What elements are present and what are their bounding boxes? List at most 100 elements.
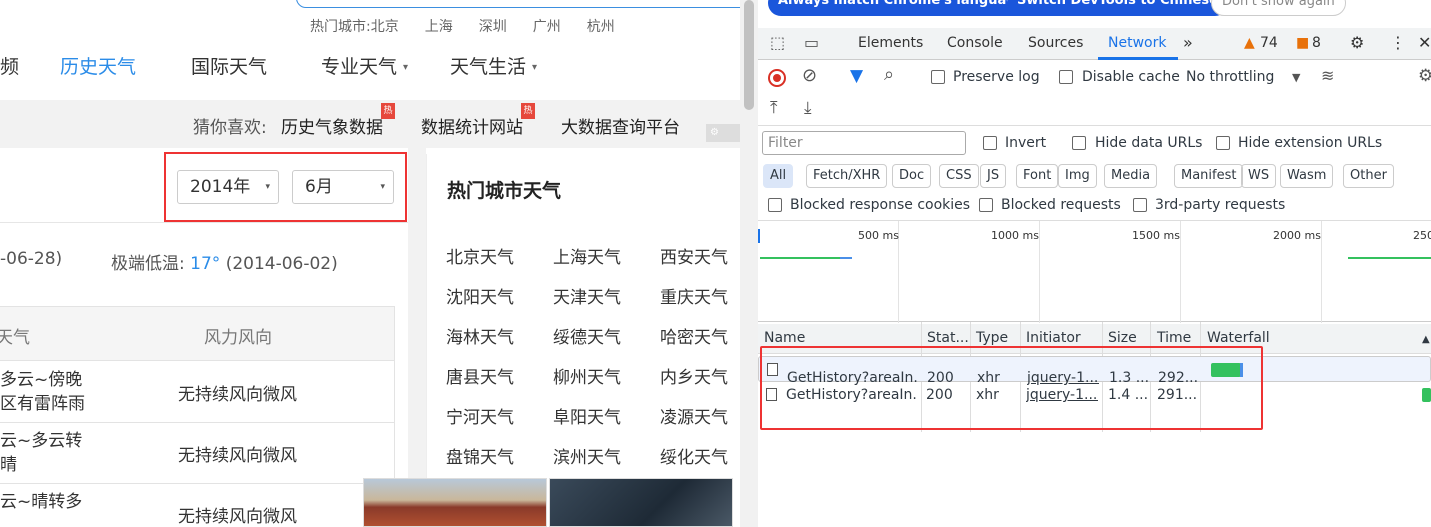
filter-chip-fetch-xhr[interactable]: Fetch/XHR	[806, 164, 888, 188]
download-icon[interactable]: ⤓	[804, 100, 812, 117]
recommend-bar: 猜你喜欢: 历史气象数据热 数据统计网站热 大数据查询平台	[0, 100, 740, 148]
filter-chip-all[interactable]: All	[763, 164, 794, 188]
column-header-status[interactable]: Stat...	[927, 330, 969, 346]
more-tabs-icon[interactable]: »	[1183, 33, 1193, 52]
dont-show-button[interactable]: Don't show again	[1211, 0, 1346, 16]
recommend-link[interactable]: 大数据查询平台	[561, 113, 680, 138]
record-icon[interactable]	[768, 69, 786, 87]
hot-city-link[interactable]: 上海	[425, 16, 453, 36]
filter-input[interactable]: Filter	[762, 131, 966, 155]
filter-chip-js[interactable]: JS	[980, 164, 1007, 188]
scrollbar-thumb[interactable]	[744, 0, 754, 110]
page-scrollbar[interactable]	[740, 0, 758, 527]
column-header-name[interactable]: Name	[764, 330, 805, 346]
third-party-label: 3rd-party requests	[1155, 197, 1286, 213]
network-conditions-icon[interactable]: ≋	[1321, 68, 1334, 84]
city-weather-link[interactable]: 阜阳天气	[553, 403, 621, 428]
city-weather-link[interactable]: 宁河天气	[446, 403, 514, 428]
network-settings-icon[interactable]: ⚙	[1418, 68, 1431, 85]
timeline-cursor	[758, 229, 760, 243]
hot-city-link[interactable]: 广州	[533, 16, 561, 36]
disable-cache-checkbox[interactable]	[1059, 70, 1073, 84]
city-weather-link[interactable]: 重庆天气	[660, 283, 728, 308]
city-weather-link[interactable]: 内乡天气	[660, 363, 728, 388]
weather-line: 云~晴转多	[0, 492, 83, 512]
nav-item-history[interactable]: 历史天气	[60, 52, 136, 79]
city-weather-link[interactable]: 哈密天气	[660, 323, 728, 348]
column-header-type[interactable]: Type	[976, 330, 1008, 346]
city-weather-link[interactable]: 盘锦天气	[446, 443, 514, 468]
city-weather-link[interactable]: 滨州天气	[553, 443, 621, 468]
city-weather-link[interactable]: 沈阳天气	[446, 283, 514, 308]
nav-item-partial[interactable]: 频	[0, 52, 19, 79]
filter-chip-font[interactable]: Font	[1016, 164, 1059, 188]
city-weather-link[interactable]: 天津天气	[553, 283, 621, 308]
blocked-requests-checkbox[interactable]	[979, 198, 993, 212]
warnings-count[interactable]: 74	[1260, 35, 1278, 51]
recommend-link[interactable]: 数据统计网站热	[421, 103, 535, 138]
thumbnail-image[interactable]	[363, 478, 547, 527]
more-options-icon[interactable]: ⋮	[1390, 33, 1406, 52]
column-header-time[interactable]: Time	[1157, 330, 1191, 346]
issues-icon[interactable]: ■	[1296, 35, 1309, 51]
device-toolbar-icon[interactable]: ▭	[804, 35, 819, 51]
city-weather-link[interactable]: 柳州天气	[553, 363, 621, 388]
settings-icon[interactable]: ⚙	[1350, 33, 1364, 52]
nav-item-professional[interactable]: 专业天气 ▾	[321, 52, 408, 79]
column-header-size[interactable]: Size	[1108, 330, 1137, 346]
city-weather-link[interactable]: 北京天气	[446, 243, 514, 268]
hot-city-link[interactable]: 杭州	[587, 16, 615, 36]
clear-icon[interactable]: ⊘	[802, 67, 817, 85]
timeline-overview[interactable]: 500 ms 1000 ms 1500 ms 2000 ms 250	[758, 220, 1431, 323]
warning-icon[interactable]: ▲	[1244, 35, 1255, 51]
recommend-link[interactable]: 历史气象数据热	[281, 103, 395, 138]
hot-city-link[interactable]: 深圳	[479, 16, 507, 36]
filter-chip-other[interactable]: Other	[1343, 164, 1394, 188]
city-weather-link[interactable]: 海林天气	[446, 323, 514, 348]
city-weather-link[interactable]: 绥德天气	[553, 323, 621, 348]
filter-chip-doc[interactable]: Doc	[892, 164, 932, 188]
gear-icon[interactable]: ⚙	[706, 124, 740, 142]
sort-up-icon[interactable]: ▲	[1422, 334, 1430, 345]
filter-chip-manifest[interactable]: Manifest	[1174, 164, 1244, 188]
column-header-initiator[interactable]: Initiator	[1026, 330, 1081, 346]
search-icon[interactable]: ⌕	[884, 66, 894, 84]
hide-data-urls-checkbox[interactable]	[1072, 136, 1086, 150]
tab-console[interactable]: Console	[947, 35, 1003, 51]
filter-chip-css[interactable]: CSS	[939, 164, 979, 188]
filter-chip-ws[interactable]: WS	[1241, 164, 1277, 188]
preserve-log-checkbox[interactable]	[931, 70, 945, 84]
city-weather-link[interactable]: 绥化天气	[660, 443, 728, 468]
tab-elements[interactable]: Elements	[858, 35, 923, 51]
filter-chip-media[interactable]: Media	[1104, 164, 1158, 188]
city-weather-link[interactable]: 上海天气	[553, 243, 621, 268]
upload-icon[interactable]: ⤒	[770, 100, 778, 117]
third-party-checkbox[interactable]	[1133, 198, 1147, 212]
thumbnail-image[interactable]	[549, 478, 733, 527]
throttling-select[interactable]: No throttling	[1186, 69, 1274, 85]
blocked-cookies-checkbox[interactable]	[768, 198, 782, 212]
nav-item-international[interactable]: 国际天气	[191, 52, 267, 79]
weather-website: 热门城市:北京 上海 深圳 广州 杭州 频 历史天气 国际天气 专业天气 ▾ 天气…	[0, 0, 740, 527]
tab-network[interactable]: Network	[1108, 35, 1166, 51]
tab-sources[interactable]: Sources	[1028, 35, 1083, 51]
inspect-element-icon[interactable]: ⬚	[770, 35, 785, 51]
invert-checkbox[interactable]	[983, 136, 997, 150]
nav-item-life[interactable]: 天气生活 ▾	[450, 52, 537, 79]
search-box-edge[interactable]	[296, 0, 740, 8]
weather-line: 区有雷阵雨	[0, 394, 85, 414]
city-weather-link[interactable]: 凌源天气	[660, 403, 728, 428]
hide-extension-urls-checkbox[interactable]	[1216, 136, 1230, 150]
filter-chip-wasm[interactable]: Wasm	[1280, 164, 1334, 188]
min-temp-label: 极端低温:	[111, 254, 185, 274]
close-icon[interactable]: ✕	[1418, 33, 1431, 52]
column-header-waterfall[interactable]: Waterfall	[1207, 330, 1270, 346]
chevron-down-icon[interactable]: ▼	[1292, 70, 1300, 86]
filter-icon[interactable]: ▼	[850, 68, 863, 85]
issues-count[interactable]: 8	[1312, 35, 1321, 51]
filter-chip-img[interactable]: Img	[1058, 164, 1097, 188]
city-weather-link[interactable]: 唐县天气	[446, 363, 514, 388]
city-weather-link[interactable]: 西安天气	[660, 243, 728, 268]
match-language-button[interactable]: Always match Chrome's language	[768, 0, 1035, 16]
switch-chinese-button[interactable]: Switch DevTools to Chinese	[1007, 0, 1228, 16]
